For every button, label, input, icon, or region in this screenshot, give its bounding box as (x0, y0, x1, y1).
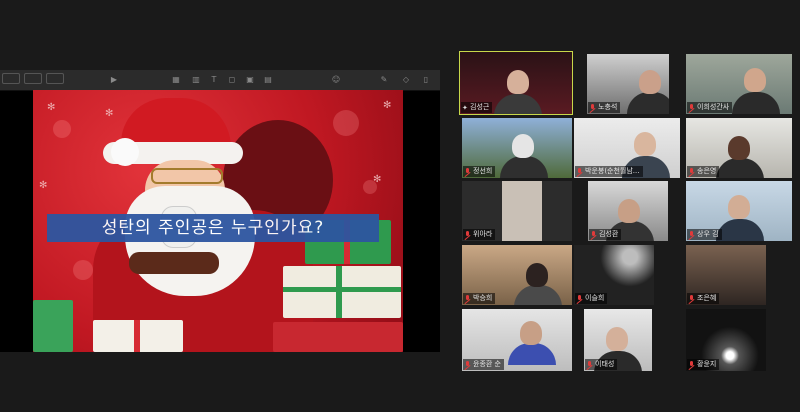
mic-muted-icon (576, 294, 583, 303)
mic-muted-icon (688, 294, 695, 303)
slide-caption: 성탄의 주인공은 누구인가요? (47, 214, 379, 242)
mic-muted-icon (688, 103, 695, 112)
zoom-icon[interactable] (24, 73, 42, 84)
chart-icon[interactable]: ▥ (190, 73, 202, 86)
participant-name-label: 이희성간사 (687, 102, 733, 113)
pin-icon: ✦ (462, 103, 468, 112)
mic-muted-icon (464, 167, 471, 176)
participant-name-label: 조은혜 (687, 293, 720, 304)
participant-tile[interactable]: 김성환 (588, 181, 668, 241)
participant-tile[interactable]: 송은영 (686, 118, 792, 178)
participant-name-label: 황윤지 (687, 359, 720, 370)
collaborate-icon[interactable]: ☺ (330, 73, 342, 86)
participant-tile[interactable]: 상우 김 (686, 181, 792, 241)
mic-muted-icon (464, 360, 471, 369)
text-icon[interactable]: T (208, 73, 220, 86)
snowflake-icon: ✻ (373, 174, 382, 185)
shape-icon[interactable]: ◻ (226, 73, 238, 86)
mic-muted-icon (688, 230, 695, 239)
mic-muted-icon (576, 167, 583, 176)
snowflake-icon: ✻ (105, 108, 114, 119)
slide-canvas: ✻ ✻ ✻ ✻ ✻ 성탄의 주인공은 누구인가요? (33, 90, 403, 352)
gift-box (33, 300, 73, 352)
toolbar-left-group (2, 73, 64, 84)
keynote-toolbar: ▶ ▦ ▥ T ◻ ▣ ▤ ☺ ✎ ◇ ▯ (0, 70, 440, 91)
participant-tile[interactable]: 위아라 (462, 181, 572, 241)
participant-name-label: ✦ 김성근 (461, 102, 493, 113)
participant-name-label: 김성환 (589, 229, 622, 240)
add-slide-icon[interactable] (46, 73, 64, 84)
participant-tile[interactable]: 노충석 (587, 54, 669, 114)
gift-box (93, 320, 183, 352)
gift-box (283, 266, 401, 318)
media-icon[interactable]: ▣ (244, 73, 256, 86)
participant-name-label: 상우 김 (687, 229, 722, 240)
cake-roll (129, 252, 219, 274)
participant-name-label: 이슬희 (575, 293, 608, 304)
snowflake-icon: ✻ (47, 102, 56, 113)
participant-tile[interactable]: 박운봉(순천월남... (574, 118, 680, 178)
participant-tile[interactable]: 정선희 (462, 118, 572, 178)
santa-glasses (151, 168, 223, 184)
participant-tile[interactable]: ✦ 김성근 (459, 51, 573, 115)
participant-name-label: 송은영 (687, 166, 720, 177)
animate-icon[interactable]: ◇ (400, 73, 412, 86)
participant-tile[interactable]: 조은혜 (686, 245, 766, 305)
mic-muted-icon (464, 294, 471, 303)
mic-muted-icon (688, 360, 695, 369)
play-icon[interactable]: ▶ (108, 73, 120, 86)
participant-name-label: 노충석 (588, 102, 621, 113)
participant-tile[interactable]: 윤종환 순 (462, 309, 572, 371)
participant-tile[interactable]: 이슬희 (574, 245, 654, 305)
format-icon[interactable]: ✎ (378, 73, 390, 86)
mic-muted-icon (589, 103, 596, 112)
zoom-meeting-window: ▶ ▦ ▥ T ◻ ▣ ▤ ☺ ✎ ◇ ▯ ✻ ✻ ✻ ✻ ✻ 성탄의 주인공은… (0, 0, 800, 412)
santa-pompom (111, 138, 139, 166)
participant-name-label: 이태성 (585, 359, 618, 370)
participant-tile[interactable]: 이태성 (584, 309, 652, 371)
participant-name-label: 정선희 (463, 166, 496, 177)
participant-name-label: 박운봉(순천월남... (575, 166, 643, 177)
mic-muted-icon (688, 167, 695, 176)
mic-muted-icon (464, 230, 471, 239)
participant-name-label: 위아라 (463, 229, 496, 240)
shared-screen[interactable]: ▶ ▦ ▥ T ◻ ▣ ▤ ☺ ✎ ◇ ▯ ✻ ✻ ✻ ✻ ✻ 성탄의 주인공은… (0, 70, 440, 352)
participant-tile[interactable]: 황윤지 (686, 309, 766, 371)
view-icon[interactable] (2, 73, 20, 84)
participant-name-label: 박승희 (463, 293, 496, 304)
snowflake-icon: ✻ (383, 100, 392, 111)
mic-muted-icon (586, 360, 593, 369)
gift-box (273, 322, 403, 352)
mic-muted-icon (590, 230, 597, 239)
participant-tile[interactable]: 이희성간사 (686, 54, 792, 114)
participant-tile[interactable]: 박승희 (462, 245, 572, 305)
participant-name-label: 윤종환 순 (463, 359, 504, 370)
snowflake-icon: ✻ (39, 180, 48, 191)
table-icon[interactable]: ▦ (170, 73, 182, 86)
comment-icon[interactable]: ▤ (262, 73, 274, 86)
document-icon[interactable]: ▯ (420, 73, 432, 86)
